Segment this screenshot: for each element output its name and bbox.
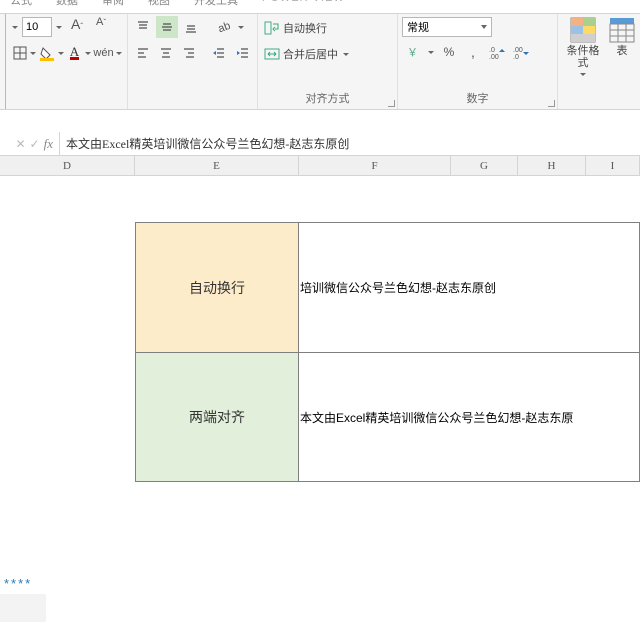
column-headers: D E F G H I — [0, 156, 640, 176]
number-dialog-launcher[interactable] — [546, 98, 556, 108]
decrease-indent-icon[interactable] — [209, 42, 230, 64]
merge-center-button[interactable]: 合并后居中 — [262, 43, 393, 65]
wrap-text-icon — [264, 20, 280, 36]
svg-text:ab: ab — [217, 20, 233, 35]
svg-text:.00: .00 — [489, 54, 499, 61]
align-center-icon[interactable] — [155, 42, 176, 64]
cell-E-top[interactable]: 自动换行 — [135, 222, 299, 352]
tab-developer[interactable]: 开发工具 — [194, 0, 238, 8]
partial-block — [0, 594, 46, 622]
conditional-format-label: 条件格式 — [562, 45, 604, 69]
worksheet-grid[interactable]: D E F G H I 自动换行 两端对齐 培训微信公众号兰色幻想-赵志东原创 … — [0, 156, 640, 556]
align-left-icon[interactable] — [132, 42, 153, 64]
percent-format-icon[interactable]: % — [438, 41, 460, 63]
phonetic-button[interactable]: wén — [93, 42, 115, 64]
col-header-H[interactable]: H — [518, 156, 586, 175]
conditional-format-group[interactable]: 条件格式 — [558, 14, 608, 109]
font-size-dropdown[interactable] — [54, 16, 64, 38]
tab-formula[interactable]: 公式 — [10, 0, 32, 8]
number-group: 常规 ￥ % , .0.00 .00.0 数字 — [398, 14, 558, 109]
svg-text:.0: .0 — [513, 54, 519, 61]
svg-text:.0: .0 — [489, 47, 495, 54]
conditional-format-dropdown[interactable] — [578, 69, 588, 79]
wrap-text-button[interactable]: 自动换行 — [262, 17, 393, 39]
orientation-icon[interactable]: ab — [212, 16, 234, 38]
col-header-D[interactable]: D — [0, 156, 135, 175]
decrease-font-icon[interactable]: Aˇ — [90, 16, 112, 38]
partial-text: **** — [4, 576, 32, 591]
format-table-label: 表 — [617, 45, 628, 57]
cell-F-top[interactable]: 培训微信公众号兰色幻想-赵志东原创 — [298, 222, 640, 352]
font-color-button[interactable]: A — [65, 42, 84, 64]
decrease-decimal-icon[interactable]: .00.0 — [510, 41, 532, 63]
align-dialog-launcher[interactable] — [386, 98, 396, 108]
align-middle-icon[interactable] — [156, 16, 178, 38]
svg-text:￥: ￥ — [407, 47, 418, 59]
number-format-select[interactable]: 常规 — [402, 17, 492, 37]
enter-icon[interactable]: ✓ — [30, 137, 40, 151]
format-table-group[interactable]: 表 — [608, 14, 636, 109]
col-header-I[interactable]: I — [586, 156, 640, 175]
phonetic-dropdown[interactable] — [115, 42, 124, 64]
font-dropdown[interactable] — [10, 16, 20, 38]
align-group: ab . — [128, 14, 258, 109]
ribbon-tabs: 公式 数据 审阅 视图 开发工具 POWER VIEW — [0, 0, 640, 14]
tab-review[interactable]: 审阅 — [102, 0, 124, 8]
align-right-icon[interactable] — [178, 42, 199, 64]
align-group-label: 对齐方式 — [262, 91, 393, 107]
fx-icon[interactable]: fx — [44, 136, 53, 152]
align-top-icon[interactable] — [132, 16, 154, 38]
col-header-G[interactable]: G — [451, 156, 518, 175]
col-header-F[interactable]: F — [299, 156, 451, 175]
cell-E-bottom[interactable]: 两端对齐 — [135, 352, 299, 482]
comma-format-icon[interactable]: , — [462, 41, 484, 63]
tab-powerview[interactable]: POWER VIEW — [262, 0, 345, 4]
font-color-dropdown[interactable] — [84, 42, 93, 64]
formula-bar: ✕ ✓ fx 本文由Excel精英培训微信公众号兰色幻想-赵志东原创 — [0, 132, 640, 156]
fill-color-dropdown[interactable] — [57, 42, 66, 64]
fill-color-button[interactable] — [38, 42, 57, 64]
number-group-label: 数字 — [402, 91, 553, 107]
wrap-merge-group: 自动换行 合并后居中 对齐方式 — [258, 14, 398, 109]
format-table-icon — [608, 16, 636, 44]
ribbon: 10 Aˆ Aˇ A wén 字体 — [0, 14, 640, 110]
formula-bar-value[interactable]: 本文由Excel精英培训微信公众号兰色幻想-赵志东原创 — [60, 135, 640, 152]
cancel-icon[interactable]: ✕ — [15, 137, 25, 151]
col-header-E[interactable]: E — [135, 156, 299, 175]
border-button[interactable] — [10, 42, 29, 64]
tab-view[interactable]: 视图 — [148, 0, 170, 8]
merge-center-icon — [264, 46, 280, 62]
increase-font-icon[interactable]: Aˆ — [66, 16, 88, 38]
svg-text:.00: .00 — [513, 47, 523, 54]
font-group: 10 Aˆ Aˇ A wén 字体 — [6, 14, 128, 109]
align-bottom-icon[interactable] — [180, 16, 202, 38]
cell-F-bottom[interactable]: 本文由Excel精英培训微信公众号兰色幻想-赵志东原 — [298, 352, 640, 482]
tab-data[interactable]: 数据 — [56, 0, 78, 8]
conditional-format-icon — [569, 16, 597, 44]
increase-decimal-icon[interactable]: .0.00 — [486, 41, 508, 63]
border-dropdown[interactable] — [29, 42, 38, 64]
accounting-dropdown[interactable] — [426, 41, 436, 63]
accounting-format-icon[interactable]: ￥ — [402, 41, 424, 63]
merge-dropdown[interactable] — [341, 43, 351, 65]
increase-indent-icon[interactable] — [232, 42, 253, 64]
orientation-dropdown[interactable] — [236, 16, 246, 38]
font-size-input[interactable]: 10 — [22, 17, 52, 37]
